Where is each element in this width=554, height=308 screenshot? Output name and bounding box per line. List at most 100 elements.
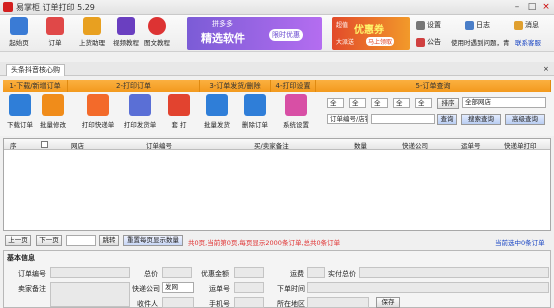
main-toolbar: 起始页 订单 上货助理 视频教程 图文教程 拼多多 精选软件 限时优惠 超值 优惠券大… bbox=[0, 15, 554, 52]
paid-label: 实付总价 bbox=[328, 270, 356, 278]
order-time-field[interactable] bbox=[307, 282, 549, 293]
paid-field[interactable] bbox=[359, 267, 549, 278]
select-all-checkbox[interactable] bbox=[41, 141, 48, 148]
reset-page-size-button[interactable]: 重置每页显示数量 bbox=[123, 235, 183, 246]
invoice-icon bbox=[129, 94, 151, 116]
edit-icon bbox=[42, 94, 64, 116]
contact-service-link[interactable]: 联系客服 bbox=[515, 37, 541, 47]
advanced-query-button[interactable]: 高级查询 bbox=[505, 114, 545, 125]
print-icon bbox=[168, 94, 190, 116]
discount-field[interactable] bbox=[234, 267, 264, 278]
batch-edit-button[interactable]: 批量修改 bbox=[37, 94, 69, 134]
maximize-icon[interactable]: □ bbox=[525, 1, 539, 13]
download-icon bbox=[9, 94, 31, 116]
jump-button[interactable]: 跳转 bbox=[99, 235, 119, 246]
close-icon[interactable]: × bbox=[539, 1, 553, 13]
message-icon bbox=[514, 20, 523, 30]
shop-tab-strip: 头条抖音核心购 × bbox=[0, 62, 554, 76]
print-express-button[interactable]: 打印快递单 bbox=[80, 94, 116, 134]
prev-page-button[interactable]: 上一页 bbox=[5, 235, 31, 246]
pdd-ad-banner[interactable]: 拼多多 精选软件 限时优惠 bbox=[187, 17, 322, 50]
search-field-select[interactable]: 订单编号/店铺 bbox=[327, 114, 368, 124]
discount-label: 优惠金额 bbox=[201, 270, 229, 278]
log-link[interactable]: 日志 bbox=[465, 20, 490, 30]
upload-assistant-button[interactable]: 上货助理 bbox=[77, 16, 107, 50]
sort-button[interactable]: 排序 bbox=[437, 98, 459, 109]
minimize-icon[interactable]: – bbox=[510, 1, 524, 13]
tab-douyin-shop[interactable]: 头条抖音核心购 bbox=[6, 64, 65, 76]
col-waybill: 运单号 bbox=[461, 142, 481, 150]
home-icon bbox=[10, 17, 28, 35]
total-field[interactable] bbox=[162, 267, 192, 278]
filter-select-4[interactable]: 全 bbox=[393, 98, 410, 108]
postage-field[interactable] bbox=[307, 267, 325, 278]
next-page-button[interactable]: 下一页 bbox=[36, 235, 62, 246]
start-page-button[interactable]: 起始页 bbox=[4, 16, 34, 50]
search-input[interactable] bbox=[371, 114, 435, 124]
app-logo-icon bbox=[3, 2, 13, 12]
notice-link[interactable]: 公告 bbox=[416, 37, 441, 47]
cart-icon bbox=[83, 17, 101, 35]
order-no-field[interactable] bbox=[50, 267, 130, 278]
gear-icon bbox=[416, 20, 425, 30]
col-express-print: 快递单打印 bbox=[504, 142, 537, 150]
coupon-ad-banner[interactable]: 超值 优惠券 大派送 马上领取 bbox=[332, 17, 410, 50]
filter-select-2[interactable]: 全 bbox=[349, 98, 366, 108]
filter-select-1[interactable]: 全 bbox=[327, 98, 344, 108]
orders-button[interactable]: 订单 bbox=[40, 16, 70, 50]
combined-print-button[interactable]: 套 打 bbox=[164, 94, 194, 134]
buyer-note-field[interactable] bbox=[50, 282, 130, 307]
save-button[interactable]: 保存 bbox=[376, 297, 400, 308]
postage-label: 运费 bbox=[290, 270, 304, 278]
orders-table[interactable]: 序 网店 订单编号 买/卖家备注 数量 快递公司 运单号 快递单打印 bbox=[3, 138, 551, 231]
filter-select-5[interactable]: 全 bbox=[415, 98, 432, 108]
selected-count: 当前选中0条订单 bbox=[495, 239, 545, 247]
phone-field[interactable] bbox=[234, 297, 264, 308]
ship-icon bbox=[206, 94, 228, 116]
print-invoice-button[interactable]: 打印发货单 bbox=[122, 94, 158, 134]
search-query-button[interactable]: 搜索查询 bbox=[461, 114, 501, 125]
video-icon bbox=[117, 17, 135, 35]
video-tutorial-button[interactable]: 视频教程 bbox=[111, 16, 141, 50]
close-tab-icon[interactable]: × bbox=[543, 65, 549, 73]
batch-ship-button[interactable]: 批量发货 bbox=[202, 94, 232, 134]
download-orders-button[interactable]: 下载订单 bbox=[5, 94, 35, 134]
total-label: 总价 bbox=[144, 270, 158, 278]
query-button[interactable]: 查询 bbox=[437, 114, 457, 125]
receiver-label: 收件人 bbox=[137, 300, 158, 308]
print-icon bbox=[46, 17, 64, 35]
group-download-header: 1-下载/新增订单 bbox=[3, 80, 68, 92]
basic-info-title: 基本信息 bbox=[7, 254, 35, 262]
col-remark: 买/卖家备注 bbox=[254, 142, 289, 150]
col-qty: 数量 bbox=[354, 142, 367, 150]
page-number-input[interactable] bbox=[66, 235, 96, 246]
express-icon bbox=[87, 94, 109, 116]
receiver-field[interactable] bbox=[162, 297, 194, 308]
phone-label: 手机号 bbox=[209, 300, 230, 308]
system-settings-button[interactable]: 系统设置 bbox=[280, 94, 312, 134]
group-query-header: 5-订单查询 bbox=[316, 80, 551, 92]
filter-select-3[interactable]: 全 bbox=[371, 98, 388, 108]
order-no-label: 订单编号 bbox=[18, 270, 46, 278]
col-shop: 网店 bbox=[71, 142, 84, 150]
buyer-note-label: 卖家备注 bbox=[18, 285, 46, 293]
log-icon bbox=[465, 20, 474, 30]
action-panel: 1-下载/新增订单 2-打印订单 3-订单发货/删除 4-打印设置 5-订单查询… bbox=[0, 80, 554, 136]
basic-info-panel: 基本信息 订单编号 总价 优惠金额 运费 实付总价 卖家备注 快递公司 发网 运… bbox=[3, 250, 551, 308]
col-index: 序 bbox=[10, 142, 17, 150]
doc-tutorial-button[interactable]: 图文教程 bbox=[142, 16, 172, 50]
settings-link[interactable]: 设置 bbox=[416, 20, 441, 30]
shop-select[interactable]: 全部网店 bbox=[462, 97, 546, 108]
page-status: 共0页,当前第0页,每页显示2000条订单,总共0条订单 bbox=[188, 239, 341, 247]
help-hint: 使用时遇到问题，青 bbox=[451, 39, 510, 47]
table-header: 序 网店 订单编号 买/卖家备注 数量 快递公司 运单号 快递单打印 bbox=[4, 139, 550, 150]
pagination-bar: 上一页 下一页 跳转 重置每页显示数量 共0页,当前第0页,每页显示2000条订… bbox=[0, 234, 554, 248]
region-field[interactable] bbox=[307, 297, 369, 308]
window-title: 易掌柜 订单打印 5.29 bbox=[16, 3, 95, 12]
express-company-select[interactable]: 发网 bbox=[162, 282, 194, 293]
speaker-icon bbox=[416, 37, 425, 47]
message-link[interactable]: 消息 bbox=[514, 20, 539, 30]
delete-orders-button[interactable]: 删除订单 bbox=[239, 94, 271, 134]
waybill-field[interactable] bbox=[234, 282, 264, 293]
order-time-label: 下单时间 bbox=[277, 285, 305, 293]
